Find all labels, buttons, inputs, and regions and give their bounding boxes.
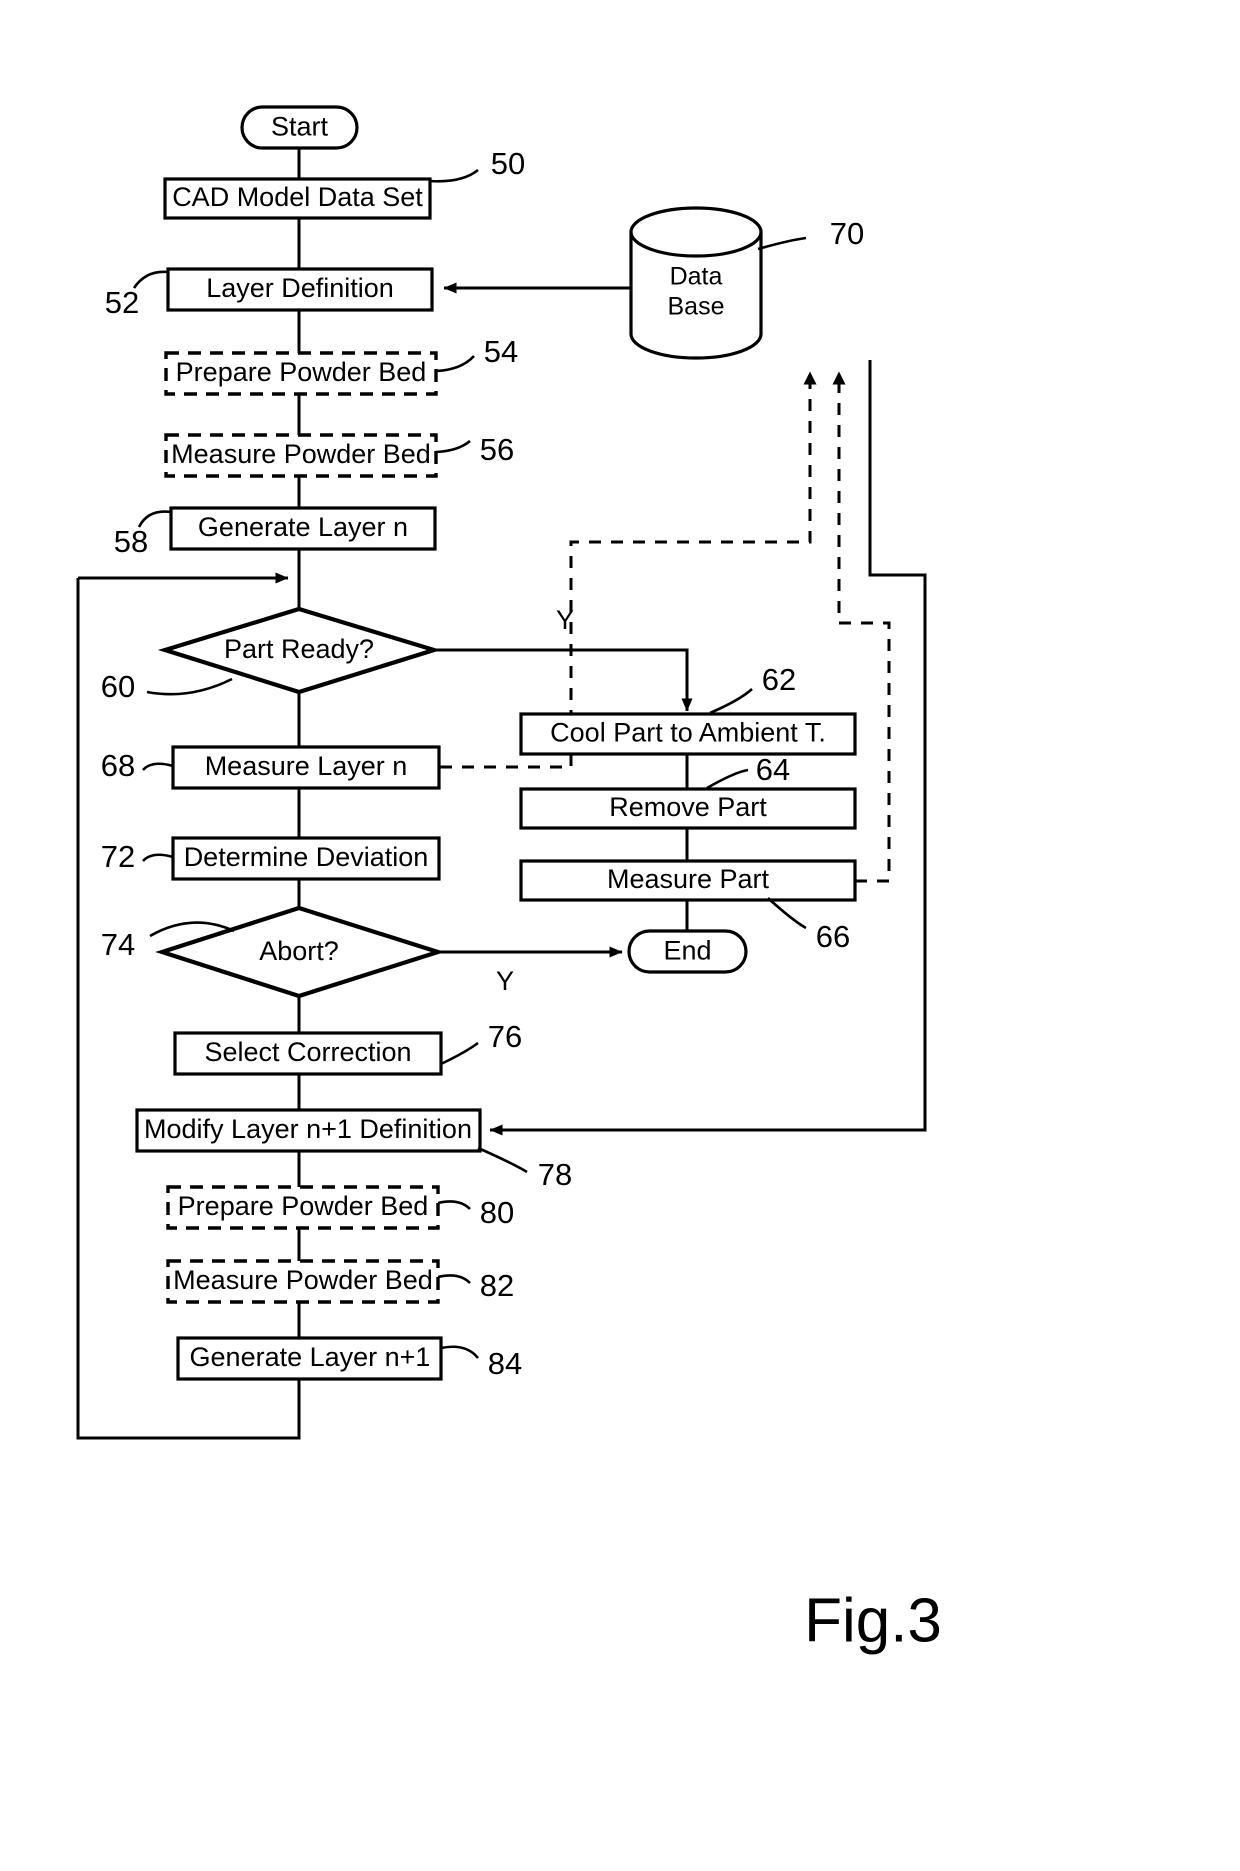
leader-ref-68 — [142, 762, 174, 771]
leader-ref-76 — [440, 1041, 479, 1066]
leader-ref-64 — [706, 768, 749, 790]
node-measure-part[interactable]: Measure Part — [519, 859, 857, 902]
node-remove-part-label: Remove Part — [609, 792, 767, 822]
ref-number-74: 74 — [101, 927, 135, 962]
node-cool-part[interactable]: Cool Part to Ambient T. — [519, 712, 857, 756]
ref-number-52: 52 — [105, 285, 139, 320]
figure-caption: Fig.3 — [804, 1586, 942, 1655]
node-remove-part[interactable]: Remove Part — [519, 787, 857, 830]
leader-ref-62 — [709, 688, 753, 715]
node-select-correction[interactable]: Select Correction — [173, 1031, 443, 1076]
ref-number-76: 76 — [488, 1019, 522, 1054]
node-generate-layer-np1-label: Generate Layer n+1 — [190, 1342, 431, 1372]
ref-number-68: 68 — [101, 748, 135, 783]
ref-number-58: 58 — [114, 524, 148, 559]
node-measure-powder-bed-2[interactable]: Measure Powder Bed — [166, 1259, 440, 1304]
ref-number-80: 80 — [480, 1195, 514, 1230]
ref-number-62: 62 — [762, 662, 796, 697]
node-layer-definition[interactable]: Layer Definition — [166, 267, 434, 312]
leader-ref-66 — [767, 897, 807, 930]
leader-ref-84 — [440, 1345, 480, 1359]
node-measure-part-label: Measure Part — [607, 864, 770, 894]
patent-figure: Start CAD Model Data Set 50 Layer Defini… — [0, 0, 1240, 1871]
node-determine-deviation-label: Determine Deviation — [184, 842, 429, 872]
ref-number-70: 70 — [830, 216, 864, 251]
ref-number-82: 82 — [480, 1268, 514, 1303]
node-database[interactable]: Data Base — [629, 206, 763, 360]
branch-label-abort-yes: Y — [496, 966, 514, 996]
node-layer-definition-label: Layer Definition — [206, 273, 394, 303]
leader-ref-70 — [757, 236, 807, 251]
leader-ref-50 — [429, 168, 479, 183]
connector-generatenp1-loopback — [76, 578, 301, 1440]
node-prepare-powder-bed-1[interactable]: Prepare Powder Bed — [164, 351, 438, 396]
leader-ref-78 — [477, 1146, 528, 1174]
ref-number-66: 66 — [816, 919, 850, 954]
ref-number-50: 50 — [491, 146, 525, 181]
node-select-correction-label: Select Correction — [204, 1037, 411, 1067]
node-measure-layer-n-label: Measure Layer n — [205, 751, 408, 781]
node-measure-powder-bed-1[interactable]: Measure Powder Bed — [164, 433, 438, 478]
leader-ref-54 — [435, 355, 475, 373]
node-cad-model-data-set[interactable]: CAD Model Data Set — [163, 177, 432, 220]
node-end[interactable]: End — [627, 929, 748, 974]
node-part-ready-label: Part Ready? — [224, 634, 374, 664]
node-abort-decision[interactable]: Abort? — [155, 905, 445, 999]
ref-number-54: 54 — [484, 334, 518, 369]
node-generate-layer-n[interactable]: Generate Layer n — [169, 506, 437, 551]
node-generate-layer-n-label: Generate Layer n — [198, 512, 408, 542]
node-modify-layer-np1[interactable]: Modify Layer n+1 Definition — [135, 1108, 482, 1153]
ref-number-84: 84 — [488, 1346, 522, 1381]
ref-number-72: 72 — [101, 839, 135, 874]
leader-ref-80 — [437, 1200, 471, 1210]
node-cool-part-label: Cool Part to Ambient T. — [550, 718, 826, 748]
ref-number-64: 64 — [756, 752, 790, 787]
ref-number-60: 60 — [101, 669, 135, 704]
branch-label-part-ready-yes: Y — [556, 605, 574, 635]
leader-ref-82 — [437, 1274, 471, 1284]
node-measure-layer-n[interactable]: Measure Layer n — [171, 745, 441, 790]
leader-ref-56 — [435, 439, 471, 454]
node-abort-label: Abort? — [259, 936, 339, 966]
node-prepare-powder-bed-2-label: Prepare Powder Bed — [178, 1191, 429, 1221]
node-generate-layer-np1[interactable]: Generate Layer n+1 — [176, 1336, 443, 1381]
flowchart-diagram: Start CAD Model Data Set 50 Layer Defini… — [76, 105, 942, 1655]
node-cad-model-data-set-label: CAD Model Data Set — [172, 182, 423, 212]
node-determine-deviation[interactable]: Determine Deviation — [171, 836, 441, 881]
node-measure-powder-bed-1-label: Measure Powder Bed — [171, 439, 431, 469]
connector-partready-yes-to-coolpart — [434, 648, 693, 712]
node-end-label: End — [663, 936, 711, 966]
node-database-label-line1: Data — [670, 263, 723, 291]
node-measure-powder-bed-2-label: Measure Powder Bed — [173, 1265, 433, 1295]
node-prepare-powder-bed-1-label: Prepare Powder Bed — [176, 357, 427, 387]
node-part-ready-decision[interactable]: Part Ready? — [157, 606, 442, 695]
node-start[interactable]: Start — [240, 105, 359, 150]
node-database-label-line2: Base — [668, 293, 725, 321]
node-start-label: Start — [271, 112, 329, 142]
ref-number-56: 56 — [480, 432, 514, 467]
leader-ref-60 — [146, 677, 233, 696]
leader-ref-72 — [142, 853, 174, 862]
node-prepare-powder-bed-2[interactable]: Prepare Powder Bed — [166, 1185, 440, 1230]
node-modify-layer-np1-label: Modify Layer n+1 Definition — [144, 1114, 472, 1144]
ref-number-78: 78 — [538, 1157, 572, 1192]
